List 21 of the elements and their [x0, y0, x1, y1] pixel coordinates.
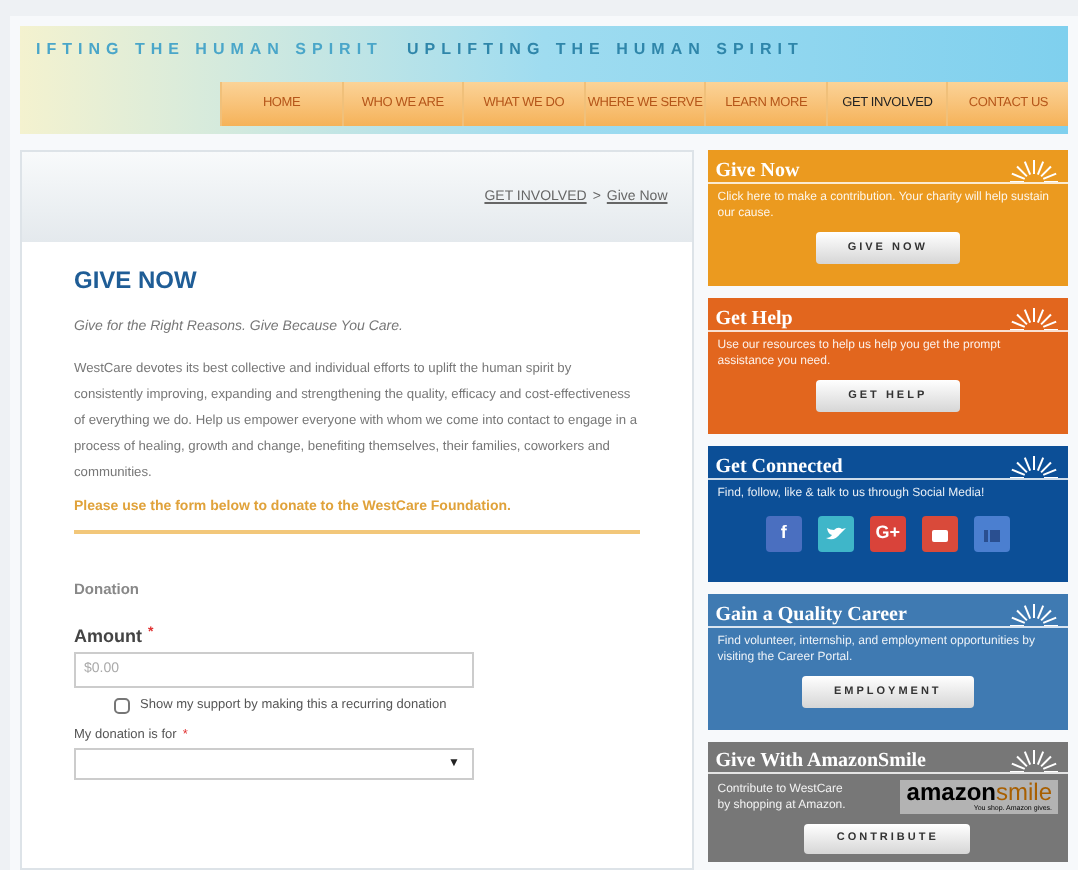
tagline-text: IFTING THE HUMAN SPIRIT [36, 38, 383, 62]
logo-text: amazon [906, 779, 996, 804]
card-title: Get Help [715, 310, 793, 330]
sunburst-icon [1008, 454, 1060, 478]
google-plus-icon[interactable]: G+ [869, 516, 906, 552]
card-title: Give With AmazonSmile [715, 751, 926, 772]
tagline-text: UPLIFTING THE HUMAN SPIRIT [406, 38, 804, 62]
card-title: Gain a Quality Career [715, 606, 907, 626]
card-title: Get Connected [715, 458, 843, 478]
video-icon[interactable] [921, 516, 958, 552]
checkbox[interactable] [114, 697, 130, 714]
sunburst-icon [1008, 158, 1060, 182]
sunburst-icon [1008, 306, 1060, 330]
page-heading: GIVE NOW [74, 264, 199, 298]
facebook-icon[interactable]: f [765, 516, 802, 552]
bird-icon[interactable] [817, 516, 854, 552]
field-label: Amount [74, 624, 142, 651]
card-title: Give Now [715, 162, 800, 182]
logo-text: smile [995, 779, 1052, 804]
sunburst-icon [1008, 747, 1060, 772]
sunburst-icon [1008, 602, 1060, 626]
